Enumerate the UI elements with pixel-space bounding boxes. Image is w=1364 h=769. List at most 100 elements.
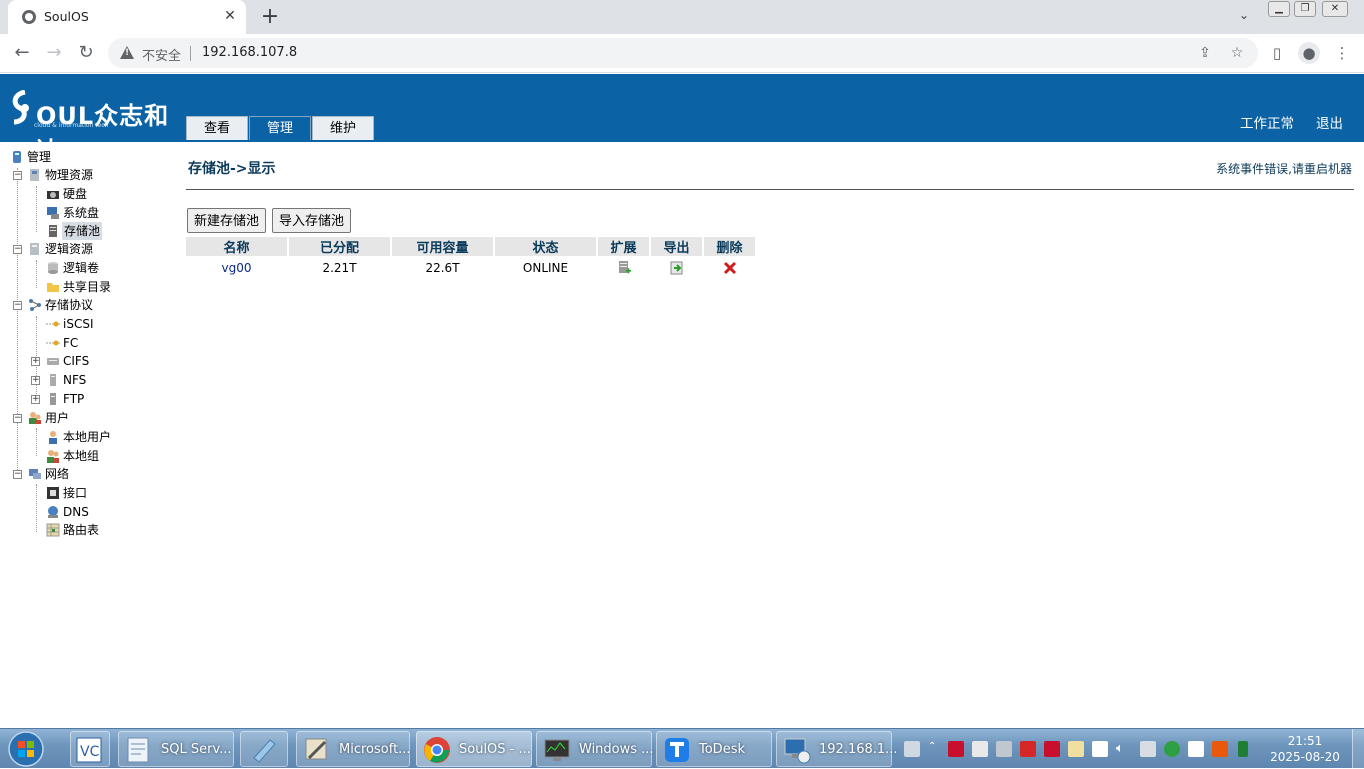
chevron-down-icon[interactable]: ⌄ [1234, 8, 1254, 26]
storage-pool-icon [49, 225, 57, 237]
logo-subtext: cloud & information tech [34, 122, 109, 129]
system-clock[interactable]: 21:51 2025-08-20 [1262, 733, 1348, 765]
share-icon[interactable]: ⇪ [1196, 44, 1214, 62]
collapse-toggle[interactable]: − [13, 245, 22, 254]
show-desktop-button[interactable] [1352, 729, 1364, 769]
url-separator [190, 46, 191, 61]
network-tray-icon[interactable] [1068, 741, 1084, 757]
collapse-toggle[interactable]: − [13, 171, 22, 180]
sync-icon[interactable] [1164, 741, 1180, 757]
taskbar-item-todesk[interactable]: ToDesk [656, 731, 772, 767]
nfs-share-icon [50, 374, 56, 386]
security-label[interactable]: 不安全 [142, 45, 181, 64]
expand-toggle[interactable]: + [31, 357, 40, 366]
column-header-status: 状态 [495, 237, 596, 256]
connection-icon[interactable] [1140, 741, 1156, 757]
tab-maintain[interactable]: 维护 [312, 116, 374, 140]
close-tab-icon[interactable]: ✕ [222, 8, 238, 24]
tray-expand-icon[interactable]: ⌃ [928, 741, 938, 757]
app-header: OUL众志和达 cloud & information tech 查看 管理 维… [0, 74, 1364, 165]
tree-connector [17, 168, 18, 478]
extend-pool-icon[interactable] [617, 261, 631, 275]
user-icon [49, 431, 57, 444]
pool-name-cell[interactable]: vg00 [186, 256, 287, 280]
usb-icon[interactable] [1092, 741, 1108, 757]
tree-connector [36, 260, 37, 288]
windows-start-icon[interactable] [6, 730, 46, 768]
group-icon [47, 450, 59, 463]
taskbar-item-microsoft[interactable]: Microsoft... [296, 731, 411, 767]
back-icon[interactable]: ← [10, 41, 34, 65]
shield-app-icon[interactable] [948, 741, 964, 757]
column-header-export: 导出 [651, 237, 702, 256]
side-panel-icon[interactable]: ▯ [1266, 42, 1288, 64]
restore-button[interactable]: ❐ [1294, 1, 1316, 17]
battery-icon[interactable] [1238, 741, 1248, 757]
pool-allocated-cell: 2.21T [322, 261, 357, 275]
tab-view[interactable]: 查看 [186, 116, 248, 140]
table-header-row: 名称 已分配 可用容量 状态 扩展 导出 删除 [186, 237, 755, 256]
column-header-name: 名称 [186, 237, 287, 256]
collapse-toggle[interactable]: − [13, 301, 22, 310]
taskbar-item-remote-desktop[interactable]: 192.168.1... [776, 731, 898, 767]
svg-text:VC: VC [80, 744, 100, 760]
network-nodes-icon [29, 299, 41, 311]
close-window-button[interactable]: ✕ [1322, 1, 1348, 17]
warning-icon[interactable] [120, 46, 134, 59]
collapse-toggle[interactable]: − [13, 414, 22, 423]
reload-icon[interactable]: ↻ [74, 41, 98, 65]
taskbar-item-sql-server[interactable]: SQL Serv... [118, 731, 234, 767]
volume-icon[interactable]: 🔈︎ [1116, 741, 1132, 757]
forward-icon[interactable]: → [42, 41, 66, 65]
table-row: vg00 2.21T 22.6T ONLINE [186, 256, 755, 280]
vc-tray-icon[interactable] [1188, 741, 1204, 757]
taskbar-pinned-vc[interactable]: VC [70, 731, 110, 767]
tree-connector [36, 484, 37, 532]
column-header-delete: 删除 [704, 237, 755, 256]
system-error-message[interactable]: 系统事件错误,请重启机器 [1216, 160, 1352, 177]
users-icon [29, 412, 41, 424]
keyboard-icon[interactable] [904, 741, 920, 757]
tab-manage[interactable]: 管理 [249, 116, 311, 140]
tree-connector [36, 186, 37, 232]
server-icon [13, 151, 21, 163]
new-tab-button[interactable]: + [258, 5, 282, 29]
new-pool-button[interactable]: 新建存储池 [187, 208, 267, 233]
logout-link[interactable]: 退出 [1316, 112, 1343, 132]
menu-kebab-icon[interactable]: ⋮ [1331, 42, 1353, 64]
clock-time: 21:51 [1287, 734, 1323, 748]
minimize-button[interactable]: ▁ [1268, 1, 1290, 17]
url-text[interactable]: 192.168.107.8 [202, 45, 297, 60]
notepad-icon [253, 739, 276, 763]
delete-pool-icon[interactable] [723, 261, 737, 275]
taskbar-item-windows[interactable]: Windows ... [536, 731, 654, 767]
mail-app-icon[interactable] [1044, 741, 1060, 757]
extend-cell [598, 256, 649, 280]
expand-toggle[interactable]: + [31, 395, 40, 404]
navigation-tree: 管理 − 物理资源 硬盘 系统盘 存储池 − 逻辑资源 逻辑卷 共享目录 − 存… [0, 146, 180, 726]
browser-tab[interactable]: SoulOS ✕ [8, 0, 246, 34]
column-header-extend: 扩展 [598, 237, 649, 256]
monitor-icon [544, 739, 570, 761]
export-pool-icon[interactable] [670, 261, 684, 275]
column-header-available: 可用容量 [392, 237, 493, 256]
soul-logo: OUL众志和达 cloud & information tech [10, 90, 180, 165]
globe-icon [22, 10, 36, 24]
printer-icon[interactable] [996, 741, 1012, 757]
tree-connector [36, 428, 37, 456]
input-method-icon[interactable] [1212, 741, 1228, 757]
storage-pool-table: 名称 已分配 可用容量 状态 扩展 导出 删除 vg00 2.21T 22.6T… [184, 237, 757, 280]
bookmark-star-icon[interactable]: ☆ [1228, 44, 1246, 62]
security-shield-icon[interactable] [1020, 741, 1036, 757]
dns-globe-icon [48, 506, 58, 518]
expand-toggle[interactable]: + [31, 376, 40, 385]
work-status: 工作正常 [1240, 116, 1294, 132]
collapse-toggle[interactable]: − [13, 470, 22, 479]
ftp-server-icon [50, 393, 56, 405]
address-bar[interactable]: 不安全 192.168.107.8 ⇪ ☆ [108, 38, 1258, 68]
taskbar-item-notepad[interactable] [240, 731, 288, 767]
flag-icon[interactable] [972, 741, 988, 757]
taskbar-item-chrome[interactable]: SoulOS - ... [416, 731, 532, 767]
profile-avatar-icon[interactable]: ● [1298, 42, 1320, 64]
import-pool-button[interactable]: 导入存储池 [272, 208, 352, 233]
